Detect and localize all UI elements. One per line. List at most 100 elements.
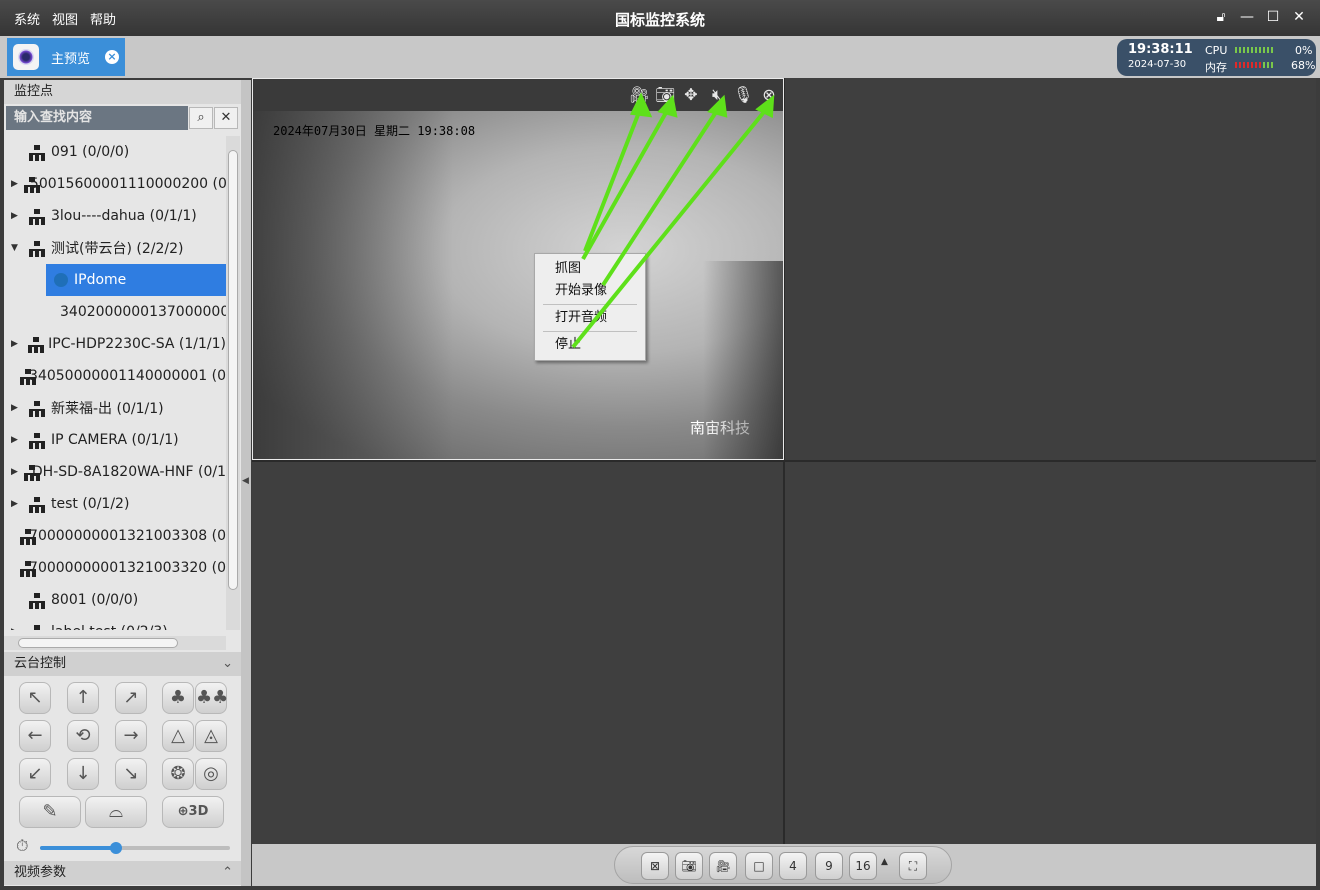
record-all-icon[interactable]: 🎥︎ [709, 852, 737, 880]
menu-view[interactable]: 视图 [52, 9, 78, 28]
zoom-out-icon[interactable]: ♣♣ [195, 682, 228, 714]
tree-node-label: 091 (0/0/0) [51, 144, 130, 160]
menu-stop[interactable]: 停止 [535, 334, 645, 356]
search-icon[interactable]: ⌕ [189, 107, 213, 129]
tree-node[interactable]: ▶ label test (0/2/3) [4, 616, 226, 630]
left-panel: 监控点 输入查找内容 ⌕ ✕ 091 (0/0/0) ▶ 5001560000111… [4, 80, 241, 886]
clock-time: 19:38:11 [1128, 42, 1193, 57]
snapshot-icon[interactable]: 📷︎ [655, 85, 675, 105]
organization-icon [19, 529, 38, 545]
expand-arrow-icon[interactable]: ▶ [11, 499, 23, 509]
ptz-down-button[interactable]: ↓ [67, 758, 99, 790]
tree-node[interactable]: 091 (0/0/0) [4, 136, 226, 168]
ptz-move-icon[interactable]: ✥ [681, 85, 701, 105]
tree-node-label: 70000000001321003308 (0 [29, 528, 226, 544]
video-cell-2[interactable] [785, 78, 1316, 460]
unlock-icon[interactable]: 🔓︎ [1212, 8, 1230, 26]
search-input[interactable]: 输入查找内容 [6, 106, 188, 130]
minimize-button[interactable]: — [1238, 8, 1256, 26]
tree-node[interactable]: ▼ 测试(带云台) (2/2/2) [4, 232, 226, 264]
tree-node[interactable]: IPdome [46, 264, 226, 296]
title-bar: 系统 视图 帮助 国标监控系统 🔓︎ — ☐ ✕ [0, 0, 1320, 36]
ptz-auto-scan-button[interactable]: ⟲ [67, 720, 99, 752]
organization-icon [19, 369, 38, 385]
tree-node[interactable]: ▶ 新莱福-出 (0/1/1) [4, 392, 226, 424]
tree-node-label: IP CAMERA (0/1/1) [51, 432, 179, 448]
ptz-down-left-button[interactable]: ↙ [19, 758, 51, 790]
mute-icon[interactable]: 🔇︎ [707, 85, 727, 105]
ptz-up-right-button[interactable]: ↗ [115, 682, 147, 714]
chevron-up-icon[interactable]: ⌃ [222, 861, 233, 885]
layout-16-icon[interactable]: 16 [849, 852, 877, 880]
layout-1-icon[interactable]: □ [745, 852, 773, 880]
iris-open-icon[interactable]: ❂ [162, 758, 194, 790]
layout-4-icon[interactable]: 4 [779, 852, 807, 880]
video-cell-4[interactable] [785, 462, 1316, 844]
layout-9-icon[interactable]: 9 [815, 852, 843, 880]
menu-system[interactable]: 系统 [14, 9, 40, 28]
tree-node[interactable]: ▶ DH-SD-8A1820WA-HNF (0/1 [4, 456, 226, 488]
tree-node[interactable]: ▶ IP CAMERA (0/1/1) [4, 424, 226, 456]
video-cell-1[interactable]: 🎥︎ 📷︎ ✥ 🔇︎ 🎙︎ ⊗ 2024年07月30日 星期二 19:38:08… [252, 78, 784, 460]
maximize-button[interactable]: ☐ [1264, 8, 1282, 26]
expand-arrow-icon[interactable]: ▶ [11, 211, 23, 221]
tree-node[interactable]: 34050000001140000001 (0 [4, 360, 226, 392]
expand-arrow-icon[interactable]: ▶ [11, 179, 18, 189]
layout-more-icon[interactable]: ▲ [881, 857, 888, 867]
focus-far-icon[interactable]: ◬ [195, 720, 227, 752]
tree-node[interactable]: 70000000001321003320 (0 [4, 552, 226, 584]
tab-main-preview[interactable]: 主预览 × [7, 38, 125, 76]
close-button[interactable]: ✕ [1290, 8, 1308, 26]
expand-arrow-icon[interactable]: ▶ [11, 467, 18, 477]
snapshot-all-icon[interactable]: 📷︎ [675, 852, 703, 880]
tree-node[interactable]: ▶ IPC-HDP2230C-SA (1/1/1) [4, 328, 226, 360]
menu-snapshot[interactable]: 抓图 [535, 258, 645, 280]
light-icon[interactable]: ⌓ [85, 796, 147, 828]
menu-start-record[interactable]: 开始录像 [535, 280, 645, 302]
tree-node[interactable]: 8001 (0/0/0) [4, 584, 226, 616]
organization-icon [29, 401, 45, 417]
focus-near-icon[interactable]: △ [162, 720, 194, 752]
tree-node[interactable]: ▶ 3lou----dahua (0/1/1) [4, 200, 226, 232]
fullscreen-icon[interactable]: ⛶ [899, 852, 927, 880]
chevron-down-icon[interactable]: ⌄ [222, 652, 233, 676]
tree-node[interactable]: ▶ 50015600001110000200 (0 [4, 168, 226, 200]
monitor-points-header: 监控点 [4, 80, 241, 104]
zoom-in-icon[interactable]: ♣ [162, 682, 194, 714]
panel-collapse-handle[interactable]: ◀ [241, 80, 251, 886]
expand-arrow-icon[interactable]: ▶ [11, 339, 22, 349]
iris-close-icon[interactable]: ◎ [195, 758, 227, 790]
wiper-icon[interactable]: ✎ [19, 796, 81, 828]
tree-node[interactable]: 70000000001321003308 (0 [4, 520, 226, 552]
ptz-up-button[interactable]: ↑ [67, 682, 99, 714]
expand-arrow-icon[interactable]: ▼ [11, 243, 23, 253]
video-cell-3[interactable] [252, 462, 783, 844]
record-icon[interactable]: 🎥︎ [629, 85, 649, 105]
system-status: 19:38:11 2024-07-30 CPU 内存 0% 68% [1117, 39, 1316, 76]
expand-arrow-icon[interactable]: ▶ [11, 627, 23, 630]
close-all-icon[interactable]: ⊠ [641, 852, 669, 880]
ptz-left-button[interactable]: ← [19, 720, 51, 752]
device-tree: 091 (0/0/0) ▶ 50015600001110000200 (0 ▶ 3lou… [4, 136, 226, 630]
zoom-3d-icon[interactable]: ⊕3D [162, 796, 224, 828]
tree-node[interactable]: ▶ test (0/1/2) [4, 488, 226, 520]
ptz-up-left-button[interactable]: ↖ [19, 682, 51, 714]
mic-off-icon[interactable]: 🎙︎ [733, 85, 753, 105]
tab-close-icon[interactable]: × [105, 50, 119, 64]
tree-node[interactable]: 34020000001370000000 [46, 296, 226, 328]
ptz-right-button[interactable]: → [115, 720, 147, 752]
menu-help[interactable]: 帮助 [90, 9, 116, 28]
tree-vertical-scrollbar[interactable] [226, 136, 240, 630]
close-stream-icon[interactable]: ⊗ [759, 85, 779, 105]
tree-horizontal-scrollbar[interactable] [4, 636, 226, 650]
video-params-header[interactable]: 视频参数 ⌃ [4, 861, 241, 885]
ptz-down-right-button[interactable]: ↘ [115, 758, 147, 790]
mem-value: 68% [1291, 59, 1316, 72]
expand-arrow-icon[interactable]: ▶ [11, 435, 23, 445]
ptz-control-header[interactable]: 云台控制 ⌄ [4, 652, 241, 676]
clear-search-icon[interactable]: ✕ [214, 107, 238, 129]
ptz-speed-slider[interactable] [40, 842, 230, 854]
menu-open-audio[interactable]: 打开音频 [535, 307, 645, 329]
expand-arrow-icon[interactable]: ▶ [11, 403, 23, 413]
tab-label: 主预览 [51, 51, 91, 67]
